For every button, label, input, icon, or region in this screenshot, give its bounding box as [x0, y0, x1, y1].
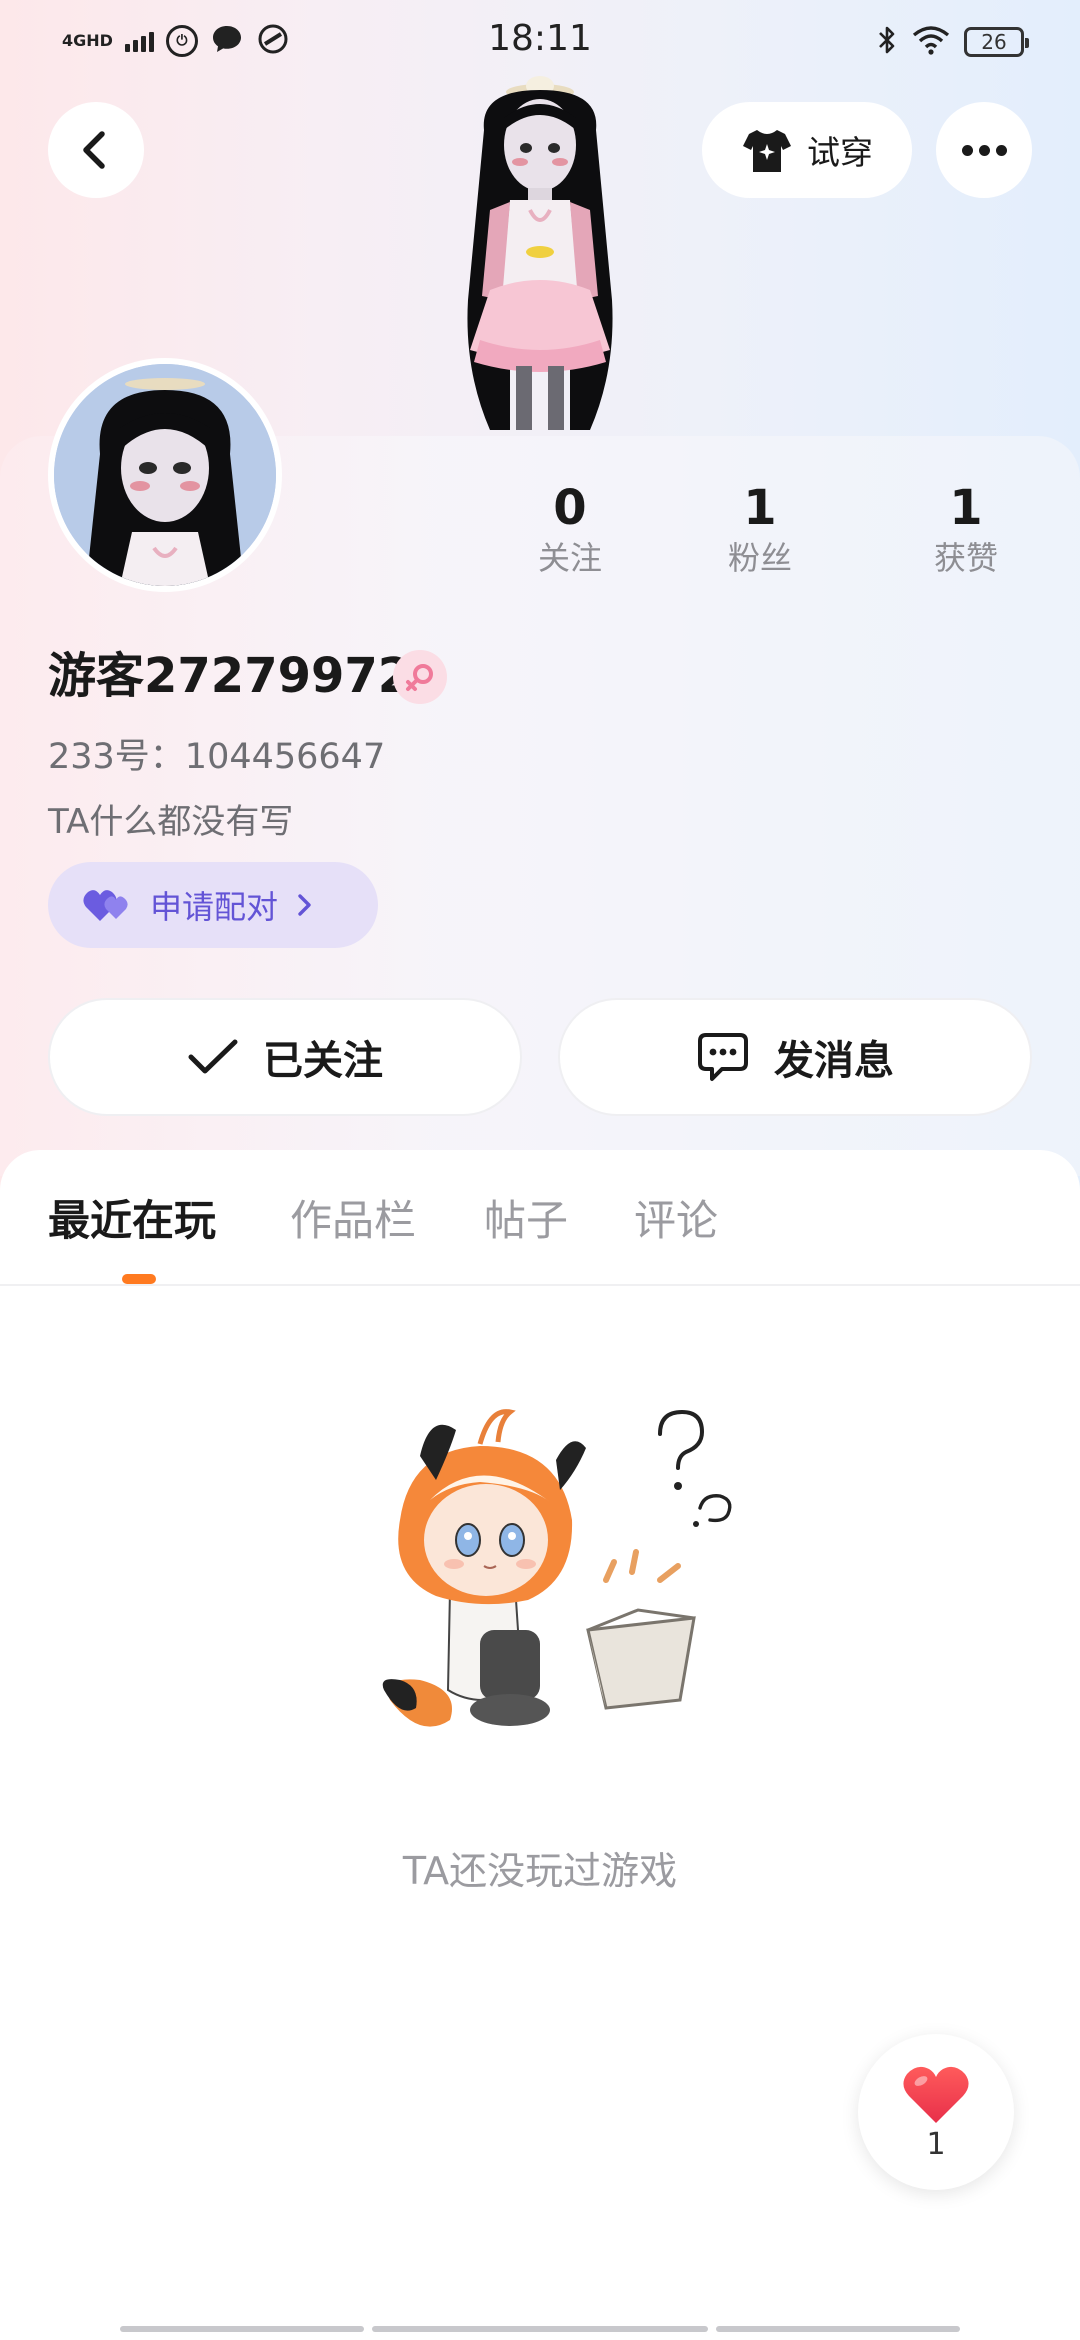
like-button[interactable]: 1: [858, 2034, 1014, 2190]
empty-state-message: TA还没玩过游戏: [402, 1849, 678, 1893]
username: 游客27279972: [48, 648, 412, 704]
avatar-image: [54, 364, 276, 586]
tab-posts[interactable]: 帖子: [484, 1194, 568, 1248]
double-heart-icon: [83, 890, 128, 921]
user-bio: TA什么都没有写: [48, 802, 294, 842]
following-label: 已关注: [263, 1038, 383, 1084]
like-count: 1: [926, 2126, 946, 2162]
stat-following-value: 0: [553, 480, 587, 536]
try-on-button[interactable]: 试穿: [702, 102, 912, 198]
send-message-button[interactable]: 发消息: [558, 998, 1032, 1116]
send-message-label: 发消息: [774, 1038, 894, 1084]
tab-bar: 最近在玩 作品栏 帖子 评论: [0, 1150, 1080, 1286]
stat-followers-value: 1: [743, 480, 777, 536]
bluetooth-icon: [876, 24, 898, 60]
empty-state-illustration: [360, 1390, 760, 1790]
request-pair-label: 申请配对: [150, 888, 279, 926]
stat-likes-value: 1: [949, 480, 983, 536]
gesture-navigation-bar: [0, 2326, 1080, 2334]
stat-following[interactable]: 0 关注: [490, 480, 650, 580]
female-gender-icon: [393, 650, 447, 704]
checkmark-icon: [188, 1039, 238, 1074]
following-button[interactable]: 已关注: [48, 998, 522, 1116]
tshirt-icon: [743, 130, 791, 172]
more-options-button[interactable]: [936, 102, 1032, 198]
stat-following-label: 关注: [537, 539, 602, 577]
stat-followers[interactable]: 1 粉丝: [680, 480, 840, 580]
active-tab-indicator: [122, 1274, 156, 1284]
stat-followers-label: 粉丝: [727, 539, 792, 577]
profile-screen: 4GHD ⏻ 18:11 26 试穿 0 关注 1 粉丝 1 获赞 游客2727…: [0, 0, 1080, 2340]
tab-works[interactable]: 作品栏: [290, 1194, 416, 1248]
try-on-label: 试穿: [807, 133, 873, 172]
stat-likes[interactable]: 1 获赞: [886, 480, 1046, 580]
stat-likes-label: 获赞: [933, 539, 998, 577]
more-dot-icon: [961, 144, 973, 156]
status-right: 26: [876, 24, 1029, 60]
tab-comments[interactable]: 评论: [634, 1194, 718, 1248]
back-button[interactable]: [48, 102, 144, 198]
wifi-icon: [912, 25, 950, 59]
heart-icon: [903, 2066, 969, 2123]
tab-recently-played[interactable]: 最近在玩: [48, 1194, 216, 1248]
profile-stats: 0 关注 1 粉丝 1 获赞: [490, 480, 1050, 600]
chat-bubble-icon: [698, 1033, 748, 1081]
more-dot-icon: [978, 144, 990, 156]
request-pair-button[interactable]: 申请配对: [48, 862, 378, 948]
chevron-right-icon: [298, 894, 311, 916]
user-id: 233号：104456647: [48, 737, 386, 777]
more-dot-icon: [995, 144, 1007, 156]
avatar[interactable]: [48, 358, 282, 592]
avatar-character-figure[interactable]: [420, 70, 660, 450]
chevron-left-icon: [83, 131, 105, 169]
battery-indicator: 26: [964, 27, 1029, 57]
